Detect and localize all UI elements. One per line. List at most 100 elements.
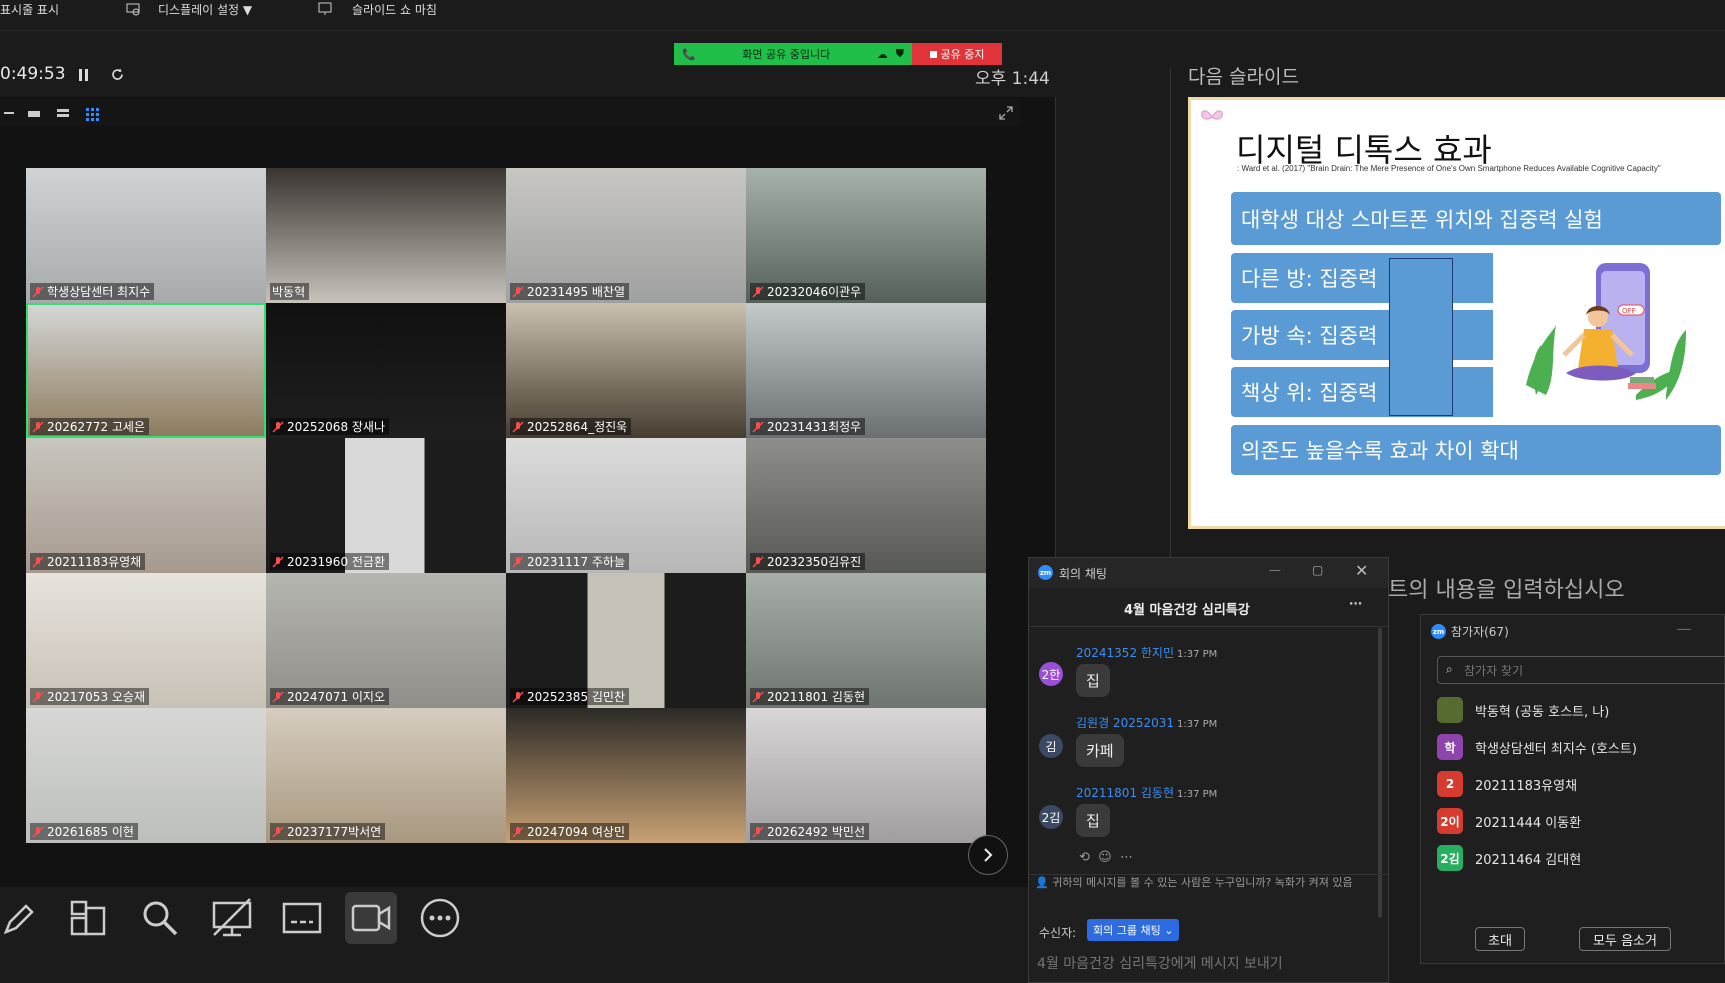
participant-name-tag: 20252068 장새나 xyxy=(270,418,390,435)
black-screen-button[interactable] xyxy=(206,892,258,944)
participant-search[interactable]: ⌕ xyxy=(1437,656,1725,684)
participant-video-tile[interactable]: 20231431최정우 xyxy=(746,303,986,438)
pause-icon[interactable] xyxy=(78,68,90,82)
participant-video-tile[interactable]: 20231117 주하늘 xyxy=(506,438,746,573)
participant-video-tile[interactable]: 20252864_정진욱 xyxy=(506,303,746,438)
subtitles-button[interactable] xyxy=(276,892,328,944)
speaker-notes-placeholder[interactable]: 트의 내용을 입력하십시오 xyxy=(1388,572,1625,604)
invite-button[interactable]: 초대 xyxy=(1475,927,1525,951)
participant-video-tile[interactable]: 20211183유영채 xyxy=(26,438,266,573)
see-all-slides-button[interactable] xyxy=(62,892,114,944)
participant-row[interactable]: 학 학생상담센터 최지수 (호스트) xyxy=(1437,734,1637,760)
participant-video-tile[interactable]: 20232350김유진 xyxy=(746,438,986,573)
participant-video-tile[interactable]: 20252068 장새나 xyxy=(266,303,506,438)
avatar: 2 xyxy=(1437,771,1463,797)
view-gallery-icon[interactable] xyxy=(86,108,99,121)
participant-video-tile[interactable]: 20247071 이지오 xyxy=(266,573,506,708)
stop-share-label: 공유 중지 xyxy=(940,48,985,61)
zoom-slide-button[interactable] xyxy=(134,892,186,944)
camera-button[interactable] xyxy=(345,892,397,944)
chat-options-icon[interactable]: ⋯ xyxy=(1349,597,1362,612)
participant-video-tile[interactable]: 학생상담센터 최지수 xyxy=(26,168,266,303)
mic-muted-icon xyxy=(512,825,524,838)
participant-name: 20252068 장새나 xyxy=(287,420,386,434)
message-sender[interactable]: 김원경 20252031 xyxy=(1076,716,1174,730)
participant-video-tile[interactable]: 20231960 전금환 xyxy=(266,438,506,573)
screen-off-icon xyxy=(212,898,252,937)
zoom-logo-icon: zm xyxy=(1038,565,1053,580)
mute-all-button[interactable]: 모두 음소거 xyxy=(1579,927,1671,951)
end-slideshow-icon xyxy=(318,2,332,15)
show-toolbar-label: 표시줄 표시 xyxy=(0,2,60,17)
next-slide-preview[interactable]: 디지털 디톡스 효과 : Ward et al. (2017) "Brain D… xyxy=(1188,97,1725,529)
recipient-label: 수신자: xyxy=(1039,926,1077,940)
participant-search-input[interactable] xyxy=(1462,660,1716,682)
visibility-notice[interactable]: 👤 귀하의 메시지를 볼 수 있는 사람은 누구입니까? 녹화가 켜져 있음 xyxy=(1035,876,1380,890)
view-minimize-icon[interactable] xyxy=(4,108,14,118)
avatar: 학 xyxy=(1437,734,1463,760)
participant-name-tag: 20252864_정진욱 xyxy=(510,418,632,435)
minimize-icon[interactable]: — xyxy=(1269,563,1281,577)
more-options-button[interactable] xyxy=(414,892,466,944)
slide-box-dependency: 의존도 높을수록 효과 차이 확대 xyxy=(1231,425,1721,475)
message-time: 1:37 PM xyxy=(1177,789,1218,800)
participant-name: 20232350김유진 xyxy=(767,555,862,569)
participant-name: 20237177박서연 xyxy=(287,825,382,839)
reset-timer-icon[interactable] xyxy=(110,67,125,82)
participant-video-tile[interactable]: 20231495 배찬열 xyxy=(506,168,746,303)
mic-muted-icon xyxy=(752,285,764,298)
avatar xyxy=(1437,697,1463,723)
next-slide-label: 다음 슬라이드 xyxy=(1188,66,1299,88)
maximize-icon[interactable]: ▢ xyxy=(1312,563,1323,577)
participant-video-tile[interactable]: 20217053 오승재 xyxy=(26,573,266,708)
show-toolbar-button[interactable]: 표시줄 표시 xyxy=(0,0,59,18)
end-slideshow-button[interactable]: 슬라이드 쇼 마침 xyxy=(318,0,437,18)
participant-video-tile[interactable]: 20237177박서연 xyxy=(266,708,506,843)
close-icon[interactable]: ✕ xyxy=(1355,561,1368,580)
participant-video-tile[interactable]: 20232046이관우 xyxy=(746,168,986,303)
participant-row[interactable]: 2 20211183유영채 xyxy=(1437,771,1577,797)
mic-muted-icon xyxy=(512,420,524,433)
display-settings-button[interactable]: 디스플레이 설정 ▼ xyxy=(126,0,252,18)
reply-icon[interactable]: ⟲ xyxy=(1079,850,1090,865)
participant-video-tile[interactable]: 20247094 여상민 xyxy=(506,708,746,843)
stop-share-button[interactable]: 공유 중지 xyxy=(912,43,1002,65)
view-speaker-icon[interactable] xyxy=(28,108,40,118)
emoji-icon[interactable]: ☺ xyxy=(1098,850,1112,865)
more-icon[interactable]: ⋯ xyxy=(1120,850,1133,865)
message-sender[interactable]: 20241352 한지민 xyxy=(1076,646,1174,660)
participant-video-tile[interactable]: 20262492 박민선 xyxy=(746,708,986,843)
participant-video-tile[interactable]: 20262772 고세은 xyxy=(26,303,266,438)
participant-video-tile[interactable]: 20252385 김민찬 xyxy=(506,573,746,708)
participant-video-tile[interactable]: 20211801 김동현 xyxy=(746,573,986,708)
message-sender[interactable]: 20211801 김동현 xyxy=(1076,786,1174,800)
participant-name-tag: 20217053 오승재 xyxy=(30,688,150,705)
message-time: 1:37 PM xyxy=(1177,649,1218,660)
participant-row[interactable]: 2김 20211464 김대현 xyxy=(1437,845,1581,871)
message-bubble[interactable]: 카페 xyxy=(1076,734,1124,767)
pen-tool-button[interactable] xyxy=(0,892,44,944)
message-bubble[interactable]: 집 xyxy=(1076,664,1110,697)
participant-name-tag: 20211801 김동현 xyxy=(750,688,870,705)
participant-row[interactable]: 2이 20211444 이동환 xyxy=(1437,808,1581,834)
participant-name-tag: 20231431최정우 xyxy=(750,418,866,435)
expand-icon[interactable] xyxy=(998,105,1014,121)
visibility-notice-text: 귀하의 메시지를 볼 수 있는 사람은 누구입니까? 녹화가 켜져 있음 xyxy=(1052,876,1353,889)
next-page-button[interactable] xyxy=(968,835,1008,875)
mic-muted-icon xyxy=(32,420,44,433)
participant-row[interactable]: 박동혁 (공동 호스트, 나) xyxy=(1437,697,1609,723)
view-strip-icon[interactable] xyxy=(57,108,69,118)
end-slideshow-label: 슬라이드 쇼 마침 xyxy=(352,2,437,17)
share-status-label: 화면 공유 중입니다 xyxy=(742,48,831,61)
slide-reference: : Ward et al. (2017) "Brain Drain: The M… xyxy=(1237,164,1661,173)
participant-video-tile[interactable]: 박동혁 xyxy=(266,168,506,303)
participant-name-tag: 20252385 김민찬 xyxy=(510,688,630,705)
participant-video-tile[interactable]: 20261685 이현 xyxy=(26,708,266,843)
participant-name: 20262492 박민선 xyxy=(767,825,866,839)
chat-message-input[interactable] xyxy=(1035,951,1379,977)
recipient-select[interactable]: 회의 그룹 채팅 ⌄ xyxy=(1087,919,1180,941)
view-toolbar xyxy=(0,98,1020,126)
participant-name: 20252864_정진욱 xyxy=(527,420,628,434)
minimize-icon[interactable]: — xyxy=(1676,619,1692,638)
message-bubble[interactable]: 집 xyxy=(1076,804,1110,837)
